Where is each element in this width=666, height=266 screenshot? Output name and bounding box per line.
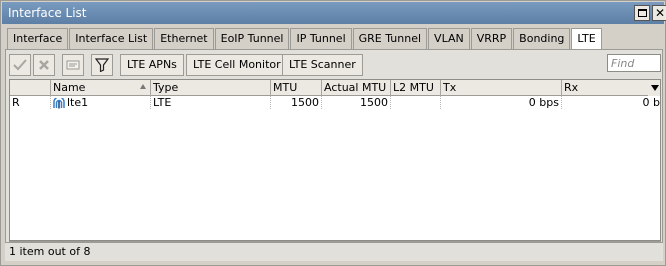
close-window-button[interactable]: ✕ bbox=[652, 5, 666, 21]
tab-vrrp[interactable]: VRRP bbox=[470, 28, 513, 49]
comment-icon bbox=[66, 60, 80, 70]
tab-ip-tunnel[interactable]: IP Tunnel bbox=[290, 28, 352, 49]
lte-cell-monitor-button[interactable]: LTE Cell Monitor bbox=[186, 54, 288, 76]
restore-icon bbox=[637, 9, 647, 17]
filter-button[interactable] bbox=[91, 54, 113, 76]
column-header-tx[interactable]: Tx bbox=[441, 80, 562, 96]
comment-button[interactable] bbox=[62, 54, 84, 76]
close-icon: ✕ bbox=[654, 6, 666, 20]
column-header-name[interactable]: Name bbox=[51, 80, 151, 96]
row-mtu: 1500 bbox=[271, 96, 322, 109]
filter-icon bbox=[95, 58, 109, 72]
tab-vlan[interactable]: VLAN bbox=[428, 28, 470, 49]
interface-table: Name Type MTU Actual MTU L2 MTU Tx Rx R bbox=[9, 79, 661, 241]
table-row[interactable]: R lte1 LTE 1500 1500 0 bps 0 b bbox=[10, 96, 660, 109]
row-name-cell: lte1 bbox=[51, 96, 151, 109]
tab-lte[interactable]: LTE bbox=[571, 28, 602, 50]
lte-interface-icon bbox=[53, 97, 65, 108]
sort-ascending-icon bbox=[140, 84, 146, 89]
lte-scanner-button[interactable]: LTE Scanner bbox=[282, 54, 363, 76]
find-input[interactable] bbox=[607, 54, 661, 72]
tab-interface-list[interactable]: Interface List bbox=[69, 28, 154, 49]
status-bar: 1 item out of 8 bbox=[5, 242, 663, 261]
chevron-down-icon bbox=[651, 85, 659, 91]
column-header-name-label: Name bbox=[53, 81, 86, 94]
row-actual-mtu: 1500 bbox=[322, 96, 391, 109]
item-count-status: 1 item out of 8 bbox=[9, 245, 91, 258]
tab-ethernet[interactable]: Ethernet bbox=[154, 28, 214, 49]
row-name: lte1 bbox=[67, 96, 89, 109]
disable-button[interactable] bbox=[33, 54, 55, 76]
cross-icon bbox=[39, 60, 49, 70]
title-bar[interactable]: Interface List ✕ bbox=[2, 2, 666, 24]
column-header-mtu[interactable]: MTU bbox=[271, 80, 322, 96]
lte-tab-panel: LTE APNs LTE Cell Monitor LTE Scanner Na… bbox=[5, 49, 663, 261]
interface-list-window: Interface List ✕ Interface Interface Lis… bbox=[0, 0, 666, 266]
row-l2-mtu bbox=[391, 96, 441, 109]
tab-gre-tunnel[interactable]: GRE Tunnel bbox=[352, 28, 428, 49]
row-rx: 0 b bbox=[642, 96, 660, 109]
column-header-flags[interactable] bbox=[10, 80, 51, 96]
row-tx: 0 bps bbox=[441, 96, 562, 109]
tab-eoip-tunnel[interactable]: EoIP Tunnel bbox=[214, 28, 290, 49]
column-header-rx[interactable]: Rx bbox=[562, 80, 648, 96]
row-flag: R bbox=[10, 96, 51, 109]
row-type: LTE bbox=[151, 96, 271, 109]
restore-window-button[interactable] bbox=[634, 5, 650, 21]
enable-button[interactable] bbox=[9, 54, 31, 76]
tab-interface[interactable]: Interface bbox=[7, 28, 69, 49]
tab-bonding[interactable]: Bonding bbox=[513, 28, 571, 49]
window-title: Interface List bbox=[8, 6, 87, 20]
column-header-actual-mtu[interactable]: Actual MTU bbox=[322, 80, 391, 96]
table-header: Name Type MTU Actual MTU L2 MTU Tx Rx bbox=[10, 80, 660, 96]
lte-apns-button[interactable]: LTE APNs bbox=[120, 54, 184, 76]
tab-bar: Interface Interface List Ethernet EoIP T… bbox=[7, 28, 603, 50]
check-icon bbox=[13, 59, 27, 71]
column-header-type[interactable]: Type bbox=[151, 80, 271, 96]
column-menu-button[interactable] bbox=[648, 80, 660, 96]
column-header-l2-mtu[interactable]: L2 MTU bbox=[391, 80, 441, 96]
